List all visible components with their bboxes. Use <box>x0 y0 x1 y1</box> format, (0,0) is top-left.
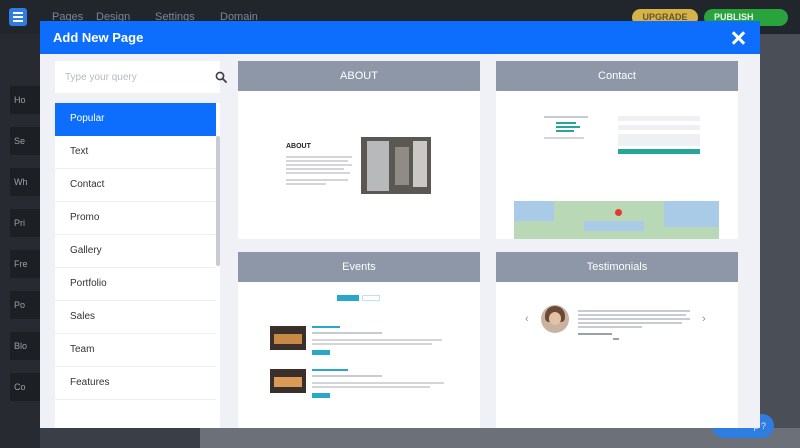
card-title: Testimonials <box>496 252 738 282</box>
preview-button <box>312 350 330 355</box>
preview-text-line <box>578 314 686 316</box>
template-card-contact[interactable]: Contact <box>496 61 738 239</box>
search-input[interactable] <box>65 69 191 85</box>
chevron-left-icon: ‹ <box>525 313 529 325</box>
preview-event-photo <box>270 369 306 393</box>
preview-tab <box>362 295 380 301</box>
category-team[interactable]: Team <box>55 334 216 367</box>
rail-item[interactable]: Se <box>10 127 40 155</box>
preview-form-field <box>618 134 700 146</box>
rail-item[interactable]: Wh <box>10 168 40 196</box>
preview-text-line <box>312 386 430 388</box>
preview-photo <box>361 137 431 194</box>
rail-item[interactable]: Blo <box>10 332 40 360</box>
template-card-testimonials[interactable]: Testimonials ‹ › <box>496 252 738 428</box>
preview-avatar <box>541 305 569 333</box>
editor-canvas-edge <box>760 34 800 448</box>
category-popular[interactable]: Popular <box>55 103 216 136</box>
search-icon[interactable] <box>215 71 227 83</box>
rail-item[interactable]: Co <box>10 373 40 401</box>
preview-text-line <box>544 137 584 139</box>
category-list: Popular Text Contact Promo Gallery Portf… <box>55 103 220 428</box>
preview-text-line <box>312 339 442 341</box>
rail-item[interactable]: Po <box>10 291 40 319</box>
card-title: ABOUT <box>238 61 480 91</box>
category-gallery[interactable]: Gallery <box>55 235 216 268</box>
template-card-about[interactable]: ABOUT ABOUT <box>238 61 480 239</box>
preview-event-photo <box>270 326 306 350</box>
preview-text-line <box>286 179 348 181</box>
preview-text-line <box>286 164 352 166</box>
preview-text-line <box>578 326 642 328</box>
map-pin-icon <box>615 209 622 216</box>
preview-dots <box>613 338 619 340</box>
preview-text-line <box>312 369 348 371</box>
preview-map <box>514 201 719 239</box>
preview-text-line <box>286 156 352 158</box>
category-contact[interactable]: Contact <box>55 169 216 202</box>
card-title: Events <box>238 252 480 282</box>
preview-submit <box>618 149 700 154</box>
menu-icon[interactable] <box>9 8 27 26</box>
preview-text-line <box>286 168 344 170</box>
preview-tab <box>337 295 359 301</box>
preview-text-line <box>544 116 588 118</box>
preview-text-line <box>312 343 432 345</box>
preview-text-line <box>312 382 444 384</box>
category-promo[interactable]: Promo <box>55 202 216 235</box>
preview-text-line <box>578 310 690 312</box>
preview-text-line <box>556 122 576 124</box>
preview-form-field <box>618 116 700 121</box>
rail-item[interactable]: Fre <box>10 250 40 278</box>
category-scrollbar[interactable] <box>216 136 220 266</box>
category-text[interactable]: Text <box>55 136 216 169</box>
preview-text-line <box>312 326 340 328</box>
preview-text-line <box>312 332 382 334</box>
preview-heading: ABOUT <box>286 143 311 150</box>
close-icon[interactable] <box>731 31 745 45</box>
preview-form-field <box>618 125 700 130</box>
editor-canvas-strip <box>200 428 800 448</box>
preview-text-line <box>578 322 682 324</box>
preview-text-line <box>312 375 382 377</box>
editor-left-rail: Ho Se Wh Pri Fre Po Blo Co <box>0 34 40 448</box>
modal-title: Add New Page <box>53 30 144 45</box>
preview-text-line <box>286 183 326 185</box>
category-features[interactable]: Features <box>55 367 216 400</box>
preview-text-line <box>286 172 350 174</box>
chevron-right-icon: › <box>702 313 706 325</box>
card-title: Contact <box>496 61 738 91</box>
preview-text-line <box>578 318 690 320</box>
rail-item[interactable]: Ho <box>10 86 40 114</box>
preview-text-line <box>286 160 348 162</box>
preview-text-line <box>578 333 612 335</box>
add-page-modal: Add New Page Popular Text Contact Promo … <box>40 21 760 428</box>
preview-button <box>312 393 330 398</box>
modal-header: Add New Page <box>40 21 760 54</box>
category-portfolio[interactable]: Portfolio <box>55 268 216 301</box>
preview-text-line <box>556 130 574 132</box>
search-box <box>55 61 227 93</box>
category-sales[interactable]: Sales <box>55 301 216 334</box>
template-card-events[interactable]: Events <box>238 252 480 428</box>
preview-text-line <box>556 126 580 128</box>
rail-item[interactable]: Pri <box>10 209 40 237</box>
